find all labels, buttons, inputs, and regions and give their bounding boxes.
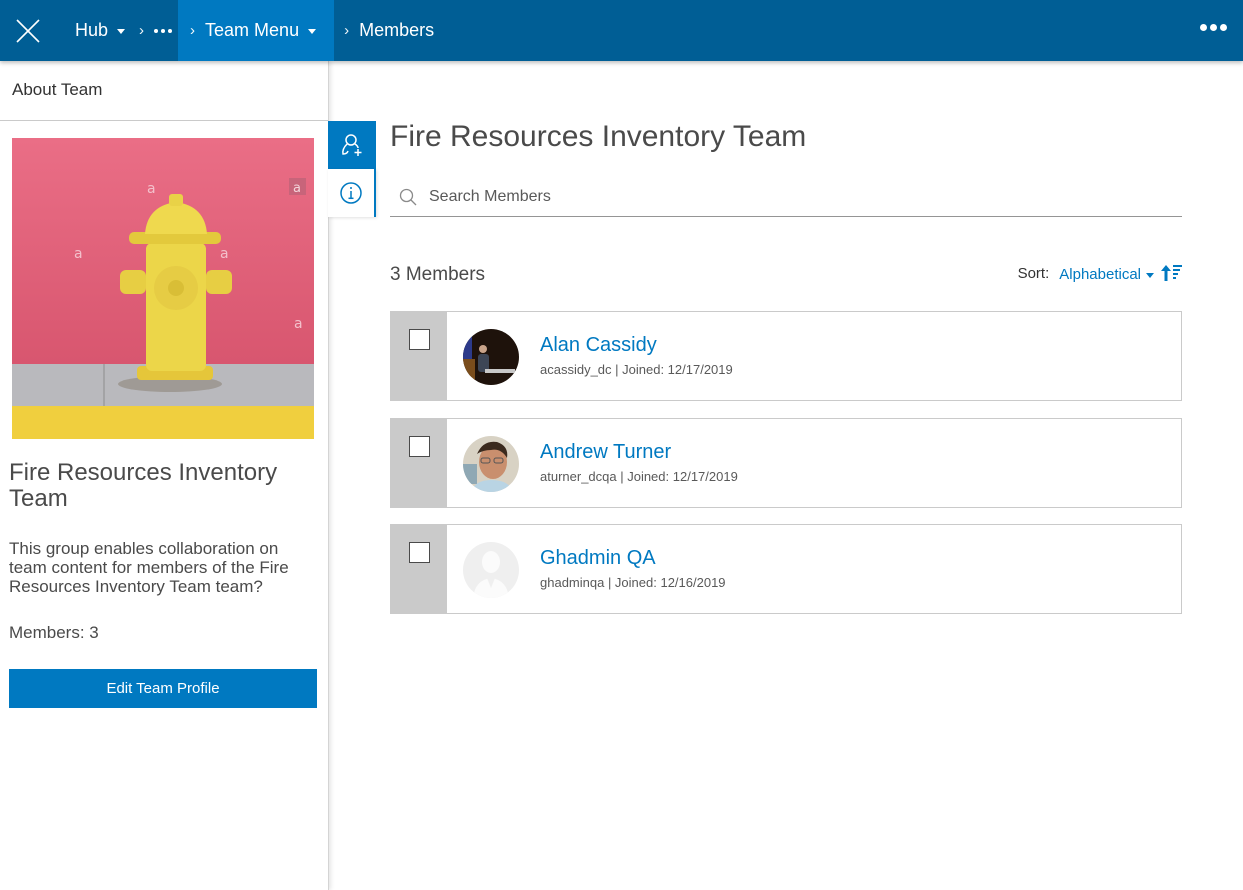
member-meta: ghadminqa | Joined: 12/16/2019 [540, 575, 726, 590]
svg-text:a: a [294, 316, 303, 332]
breadcrumb-collapsed[interactable]: › [139, 0, 178, 61]
sort-controls: Sort: Alphabetical [1018, 263, 1183, 283]
more-options-button[interactable] [1200, 24, 1227, 31]
team-title: Fire Resources Inventory Team [9, 459, 278, 512]
team-member-count: Members: 3 [9, 623, 99, 642]
close-button[interactable] [0, 0, 56, 61]
chevron-right-icon: › [190, 22, 196, 39]
member-name-link[interactable]: Alan Cassidy [540, 334, 657, 357]
info-icon [340, 182, 362, 204]
member-name-link[interactable]: Ghadmin QA [540, 547, 656, 570]
member-search [390, 177, 1182, 217]
sort-label: Sort: [1017, 264, 1050, 282]
chevron-right-icon: › [344, 22, 350, 39]
chevron-right-icon: › [139, 22, 145, 39]
ellipsis-icon [154, 28, 173, 33]
svg-text:a: a [74, 246, 83, 262]
caret-down-icon [1146, 273, 1154, 278]
tab-info[interactable] [328, 169, 376, 217]
breadcrumb-team-menu[interactable]: › Team Menu [178, 0, 335, 61]
caret-down-icon [117, 29, 126, 34]
sort-dropdown[interactable]: Alphabetical [1059, 266, 1161, 283]
team-image: a a a a a [12, 138, 314, 439]
breadcrumb-label: Team Menu [205, 20, 300, 40]
member-row: Ghadmin QA ghadminqa | Joined: 12/16/201… [390, 524, 1182, 614]
team-description: This group enables collaboration on team… [9, 539, 289, 596]
about-team-panel: About Team a a a a a Fire Resources Inve… [0, 61, 329, 890]
top-navigation-bar: Hub › › Team Menu › Members [0, 0, 1243, 61]
member-row: Alan Cassidy acassidy_dc | Joined: 12/17… [390, 311, 1182, 401]
member-checkbox[interactable] [409, 329, 430, 350]
select-column [391, 419, 447, 507]
avatar [463, 436, 519, 492]
avatar [463, 329, 519, 385]
more-dot [1220, 24, 1227, 31]
sort-value: Alphabetical [1059, 266, 1141, 283]
x-icon [16, 18, 40, 43]
edit-team-profile-button[interactable]: Edit Team Profile [9, 669, 317, 708]
member-meta: aturner_dcqa | Joined: 12/17/2019 [540, 469, 738, 484]
more-horizontal-icon [1200, 24, 1207, 31]
member-name-link[interactable]: Andrew Turner [540, 441, 671, 464]
member-meta: acassidy_dc | Joined: 12/17/2019 [540, 362, 733, 377]
breadcrumb-hub[interactable]: Hub [56, 0, 139, 61]
user-placeholder-icon [463, 542, 519, 598]
search-members-input[interactable] [429, 187, 1169, 206]
more-dot [1210, 24, 1217, 31]
fire-hydrant-image: a a a a a [12, 138, 314, 439]
panel-header: About Team [0, 61, 328, 121]
member-checkbox[interactable] [409, 436, 430, 457]
svg-text:a: a [293, 181, 301, 196]
breadcrumb-members[interactable]: › Members [334, 0, 434, 61]
member-row: Andrew Turner aturner_dcqa | Joined: 12/… [390, 418, 1182, 508]
page-title: Fire Resources Inventory Team [390, 120, 807, 153]
search-icon [399, 188, 417, 205]
breadcrumb-label: Members [359, 20, 435, 40]
add-user-icon [342, 134, 362, 156]
member-checkbox[interactable] [409, 542, 430, 563]
tab-add-members[interactable] [328, 121, 376, 169]
breadcrumb-label: Hub [75, 20, 109, 40]
svg-text:a: a [220, 246, 229, 262]
select-column [391, 312, 447, 400]
member-count: 3 Members [390, 264, 486, 285]
svg-text:a: a [147, 181, 156, 197]
sort-ascending-icon[interactable] [1161, 264, 1183, 282]
avatar [463, 542, 519, 598]
select-column [391, 525, 447, 613]
panel-tabs [328, 121, 376, 217]
caret-down-icon [308, 29, 317, 34]
